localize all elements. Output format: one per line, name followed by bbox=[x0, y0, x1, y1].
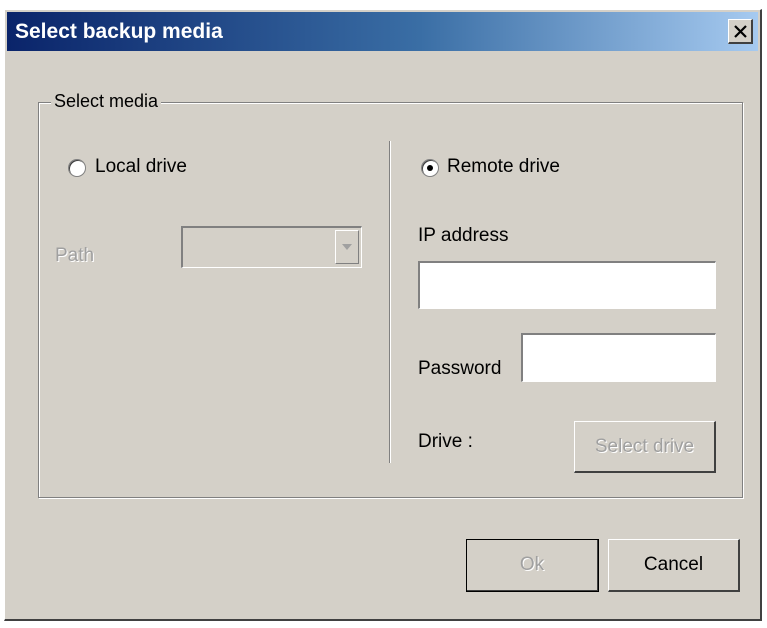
local-drive-radio[interactable] bbox=[68, 159, 86, 177]
drive-label: Drive : bbox=[418, 431, 473, 452]
path-label: Path bbox=[55, 245, 95, 266]
path-dropdown-arrow[interactable] bbox=[335, 230, 359, 264]
ok-button[interactable]: Ok bbox=[466, 539, 599, 592]
select-media-group: Select media Local drive Path Remote dri… bbox=[38, 91, 743, 498]
dialog-title: Select backup media bbox=[15, 20, 223, 43]
password-label: Password bbox=[418, 358, 502, 379]
remote-drive-radio[interactable] bbox=[421, 159, 439, 177]
title-bar[interactable]: Select backup media bbox=[7, 12, 758, 51]
backup-media-dialog: Select backup media Select media Local d… bbox=[4, 9, 762, 621]
remote-drive-label[interactable]: Remote drive bbox=[447, 156, 560, 178]
radio-selected-dot bbox=[427, 165, 433, 171]
close-button[interactable] bbox=[728, 19, 753, 44]
group-legend: Select media bbox=[51, 91, 162, 112]
local-drive-label[interactable]: Local drive bbox=[95, 156, 187, 178]
ip-address-label: IP address bbox=[418, 225, 509, 246]
ip-address-input[interactable] bbox=[418, 261, 716, 309]
select-drive-button[interactable]: Select drive bbox=[574, 421, 716, 473]
vertical-divider bbox=[389, 141, 390, 463]
chevron-down-icon bbox=[342, 244, 352, 250]
path-dropdown[interactable] bbox=[181, 226, 362, 268]
password-input[interactable] bbox=[521, 333, 716, 382]
close-icon bbox=[733, 24, 747, 38]
cancel-button[interactable]: Cancel bbox=[608, 539, 740, 592]
